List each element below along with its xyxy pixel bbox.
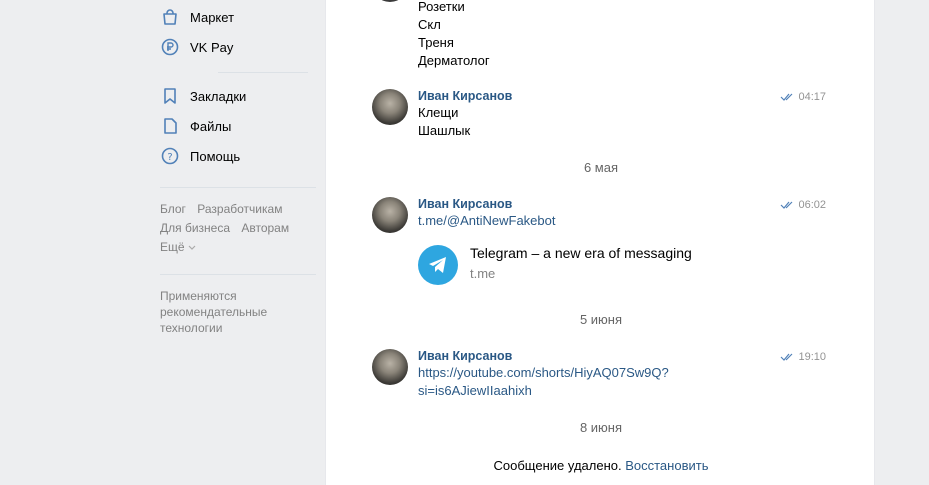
message-text-line: Шашлык (418, 123, 471, 138)
sidebar-item-market[interactable]: Маркет (160, 3, 234, 31)
sidebar-item-bookmarks[interactable]: Закладки (160, 82, 246, 110)
link-preview-domain: t.me (470, 266, 496, 281)
restore-link[interactable]: Восстановить (625, 458, 708, 473)
help-icon: ? (160, 146, 180, 166)
double-check-icon (781, 201, 793, 209)
sidebar-item-files[interactable]: Файлы (160, 112, 231, 140)
deleted-message-notice: Сообщение удалено. Восстановить (326, 458, 876, 473)
telegram-icon[interactable] (418, 245, 458, 285)
double-check-icon (781, 353, 793, 361)
footer-link-business[interactable]: Для бизнеса (160, 221, 230, 235)
sidebar-item-help[interactable]: ? Помощь (160, 142, 240, 170)
avatar (372, 0, 408, 2)
message-author[interactable]: Иван Кирсанов (418, 89, 512, 103)
sidebar-item-label: Закладки (190, 88, 247, 104)
footer-link-authors[interactable]: Авторам (241, 221, 289, 235)
message-time: 04:17 (780, 91, 826, 103)
message-author[interactable]: Иван Кирсанов (418, 197, 512, 211)
avatar[interactable] (372, 89, 408, 125)
avatar[interactable] (372, 197, 408, 233)
message-time-text: 06:02 (798, 199, 826, 211)
sidebar-divider (218, 72, 308, 73)
chevron-down-icon (188, 245, 195, 250)
avatar[interactable] (372, 349, 408, 385)
link-preview-title[interactable]: Telegram – a new era of messaging (470, 245, 692, 261)
message-author[interactable]: Иван Кирсанов (418, 349, 512, 363)
svg-text:?: ? (167, 152, 172, 163)
sidebar-divider (160, 274, 316, 275)
message-text-line: Дерматолог (418, 53, 490, 68)
sidebar-item-label: Маркет (190, 9, 235, 25)
recommendation-note: Применяются рекомендательные технологии (160, 289, 268, 335)
date-separator: 8 июня (579, 420, 623, 435)
sidebar-divider (160, 187, 316, 188)
message-time-text: 19:10 (798, 351, 826, 363)
sidebar-item-label: Файлы (190, 118, 232, 134)
footer-link-more[interactable]: Ещё (160, 240, 185, 254)
date-separator: 5 июня (579, 312, 623, 327)
message-link[interactable]: https://youtube.com/shorts/HiyAQ07Sw9Q? (418, 364, 669, 382)
deleted-message-text: Сообщение удалено. (493, 458, 622, 473)
footer-link-blog[interactable]: Блог (160, 202, 186, 216)
ruble-circle-icon (160, 37, 180, 57)
message-text-line: Розетки (418, 0, 465, 14)
message-time: 06:02 (780, 199, 826, 211)
message-text-line: Треня (418, 35, 454, 50)
footer-link-developers[interactable]: Разработчикам (197, 202, 282, 216)
left-sidebar: Маркет VK Pay Закладки Файлы ? Помощь Бл… (150, 0, 320, 485)
message-text-line: Клещи (418, 105, 459, 120)
file-icon (160, 116, 180, 136)
chat-history: Розетки Скл Треня Дерматолог Иван Кирсан… (325, 0, 875, 485)
footer-links: Блог Разработчикам Для бизнеса Авторам Е… (160, 200, 310, 257)
sidebar-item-vkpay[interactable]: VK Pay (160, 33, 233, 61)
bookmark-icon (160, 86, 180, 106)
message-text-line: Скл (418, 17, 441, 32)
message-time: 19:10 (780, 351, 826, 363)
sidebar-item-label: Помощь (190, 148, 241, 164)
message-time-text: 04:17 (798, 91, 826, 103)
double-check-icon (781, 93, 793, 101)
message-link[interactable]: t.me/@AntiNewFakebot (418, 212, 555, 230)
footer-more[interactable]: Ещё (160, 238, 310, 257)
message-link[interactable]: si=is6AJiewIIaahixh (418, 382, 532, 400)
bag-icon (160, 7, 180, 27)
date-separator: 6 мая (583, 160, 619, 175)
sidebar-item-label: VK Pay (190, 39, 234, 55)
